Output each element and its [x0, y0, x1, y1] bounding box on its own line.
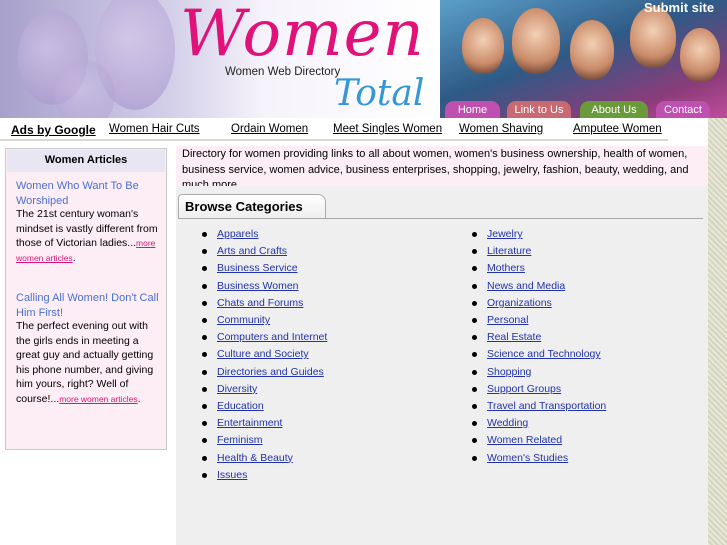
category-link[interactable]: Education	[217, 400, 264, 412]
category-link[interactable]: Literature	[487, 245, 531, 257]
ad-link[interactable]: Ordain Women	[231, 123, 308, 135]
list-bullet	[202, 472, 207, 478]
list-bullet	[202, 249, 207, 255]
nav-link-to-us-button[interactable]: Link to Us	[507, 101, 571, 118]
tab-divider	[178, 218, 703, 219]
category-link[interactable]: Diversity	[217, 383, 257, 395]
list-bullet	[202, 455, 207, 461]
category-link[interactable]: Issues	[217, 469, 247, 481]
right-decorative-edge	[708, 118, 727, 545]
category-link[interactable]: Arts and Crafts	[217, 245, 287, 257]
category-link[interactable]: Culture and Society	[217, 348, 309, 360]
category-link[interactable]: Mothers	[487, 262, 525, 274]
logo-total-text[interactable]: Total	[334, 76, 424, 112]
article-excerpt-text: The perfect evening out with the girls e…	[16, 320, 154, 405]
article-title-link[interactable]: Women Who Want To Be Worshiped	[16, 179, 161, 208]
category-link[interactable]: Women Related	[487, 434, 562, 446]
logo-banner: Women Women Web Directory Total	[0, 0, 440, 118]
category-link[interactable]: Business Service	[217, 262, 298, 274]
list-bullet	[202, 318, 207, 323]
ads-by-google-label[interactable]: Ads by Google	[11, 123, 96, 137]
list-bullet	[472, 352, 477, 358]
list-bullet	[202, 404, 207, 409]
model-photo	[512, 8, 560, 74]
category-link[interactable]: Wedding	[487, 417, 528, 429]
list-bullet	[202, 266, 207, 272]
browse-categories-panel: Browse Categories Apparels Arts and Craft…	[176, 186, 708, 545]
list-bullet	[202, 283, 207, 289]
category-link[interactable]: Jewelry	[487, 228, 523, 240]
category-link[interactable]: Travel and Transportation	[487, 400, 606, 412]
category-link[interactable]: Women's Studies	[487, 452, 568, 464]
list-bullet	[472, 438, 477, 444]
logo-subtitle: Women Web Directory	[225, 66, 341, 78]
nav-contact-us-button[interactable]: Contact Us	[656, 101, 710, 118]
model-photo	[462, 18, 504, 74]
list-bullet	[472, 386, 477, 392]
model-photo	[570, 20, 614, 80]
category-link[interactable]: Personal	[487, 314, 528, 326]
article-excerpt: The perfect evening out with the girls e…	[16, 320, 154, 405]
google-ads-bar: Ads by Google Women Hair Cuts Ordain Wom…	[0, 118, 668, 141]
list-bullet	[472, 335, 477, 341]
category-link[interactable]: Directories and Guides	[217, 366, 324, 378]
list-bullet	[472, 369, 477, 375]
article-title-link[interactable]: Calling All Women! Don't Call Him First!	[16, 291, 161, 320]
list-bullet	[472, 283, 477, 289]
ad-link[interactable]: Amputee Women	[573, 123, 662, 135]
logo-women-text[interactable]: Women	[180, 2, 425, 66]
category-link[interactable]: Feminism	[217, 434, 263, 446]
category-link[interactable]: Business Women	[217, 280, 299, 292]
list-bullet	[202, 386, 207, 392]
ad-link[interactable]: Meet Singles Women	[333, 123, 442, 135]
sidebar-heading: Women Articles	[7, 150, 165, 172]
category-link[interactable]: Shopping	[487, 366, 531, 378]
model-photo	[630, 6, 676, 68]
site-header: Women Women Web Directory Total Submit s…	[0, 0, 727, 118]
list-bullet	[202, 232, 207, 237]
list-bullet	[202, 421, 207, 427]
category-link[interactable]: Science and Technology	[487, 348, 601, 360]
category-link[interactable]: Apparels	[217, 228, 258, 240]
category-link[interactable]: Community	[217, 314, 270, 326]
category-link[interactable]: Entertainment	[217, 417, 282, 429]
article-excerpt: The 21st century woman's mindset is vast…	[16, 208, 158, 264]
list-bullet	[472, 300, 477, 306]
category-link[interactable]: Real Estate	[487, 331, 541, 343]
category-link[interactable]: Organizations	[487, 297, 552, 309]
women-articles-sidebar: Women Articles Women Who Want To Be Wors…	[5, 148, 167, 450]
list-bullet	[472, 249, 477, 255]
list-bullet	[202, 369, 207, 375]
list-bullet	[472, 455, 477, 461]
more-articles-link[interactable]: more women articles	[59, 394, 137, 404]
nav-home-button[interactable]: Home	[445, 101, 500, 118]
list-bullet	[472, 404, 477, 409]
list-bullet	[472, 232, 477, 237]
list-bullet	[472, 318, 477, 323]
category-link[interactable]: Computers and Internet	[217, 331, 327, 343]
list-bullet	[202, 438, 207, 444]
category-link[interactable]: Health & Beauty	[217, 452, 293, 464]
nav-about-us-button[interactable]: About Us	[580, 101, 648, 118]
ad-link[interactable]: Women Hair Cuts	[109, 123, 200, 135]
category-link[interactable]: Support Groups	[487, 383, 561, 395]
model-photo	[680, 28, 720, 82]
submit-site-link[interactable]: Submit site	[644, 0, 714, 15]
browse-categories-tab: Browse Categories	[178, 194, 326, 218]
list-bullet	[202, 335, 207, 341]
list-bullet	[472, 421, 477, 427]
list-bullet	[202, 352, 207, 358]
category-link[interactable]: Chats and Forums	[217, 297, 303, 309]
list-bullet	[202, 300, 207, 306]
ad-link[interactable]: Women Shaving	[459, 123, 543, 135]
list-bullet	[472, 266, 477, 272]
category-link[interactable]: News and Media	[487, 280, 565, 292]
directory-intro: Directory for women providing links to a…	[176, 146, 708, 191]
